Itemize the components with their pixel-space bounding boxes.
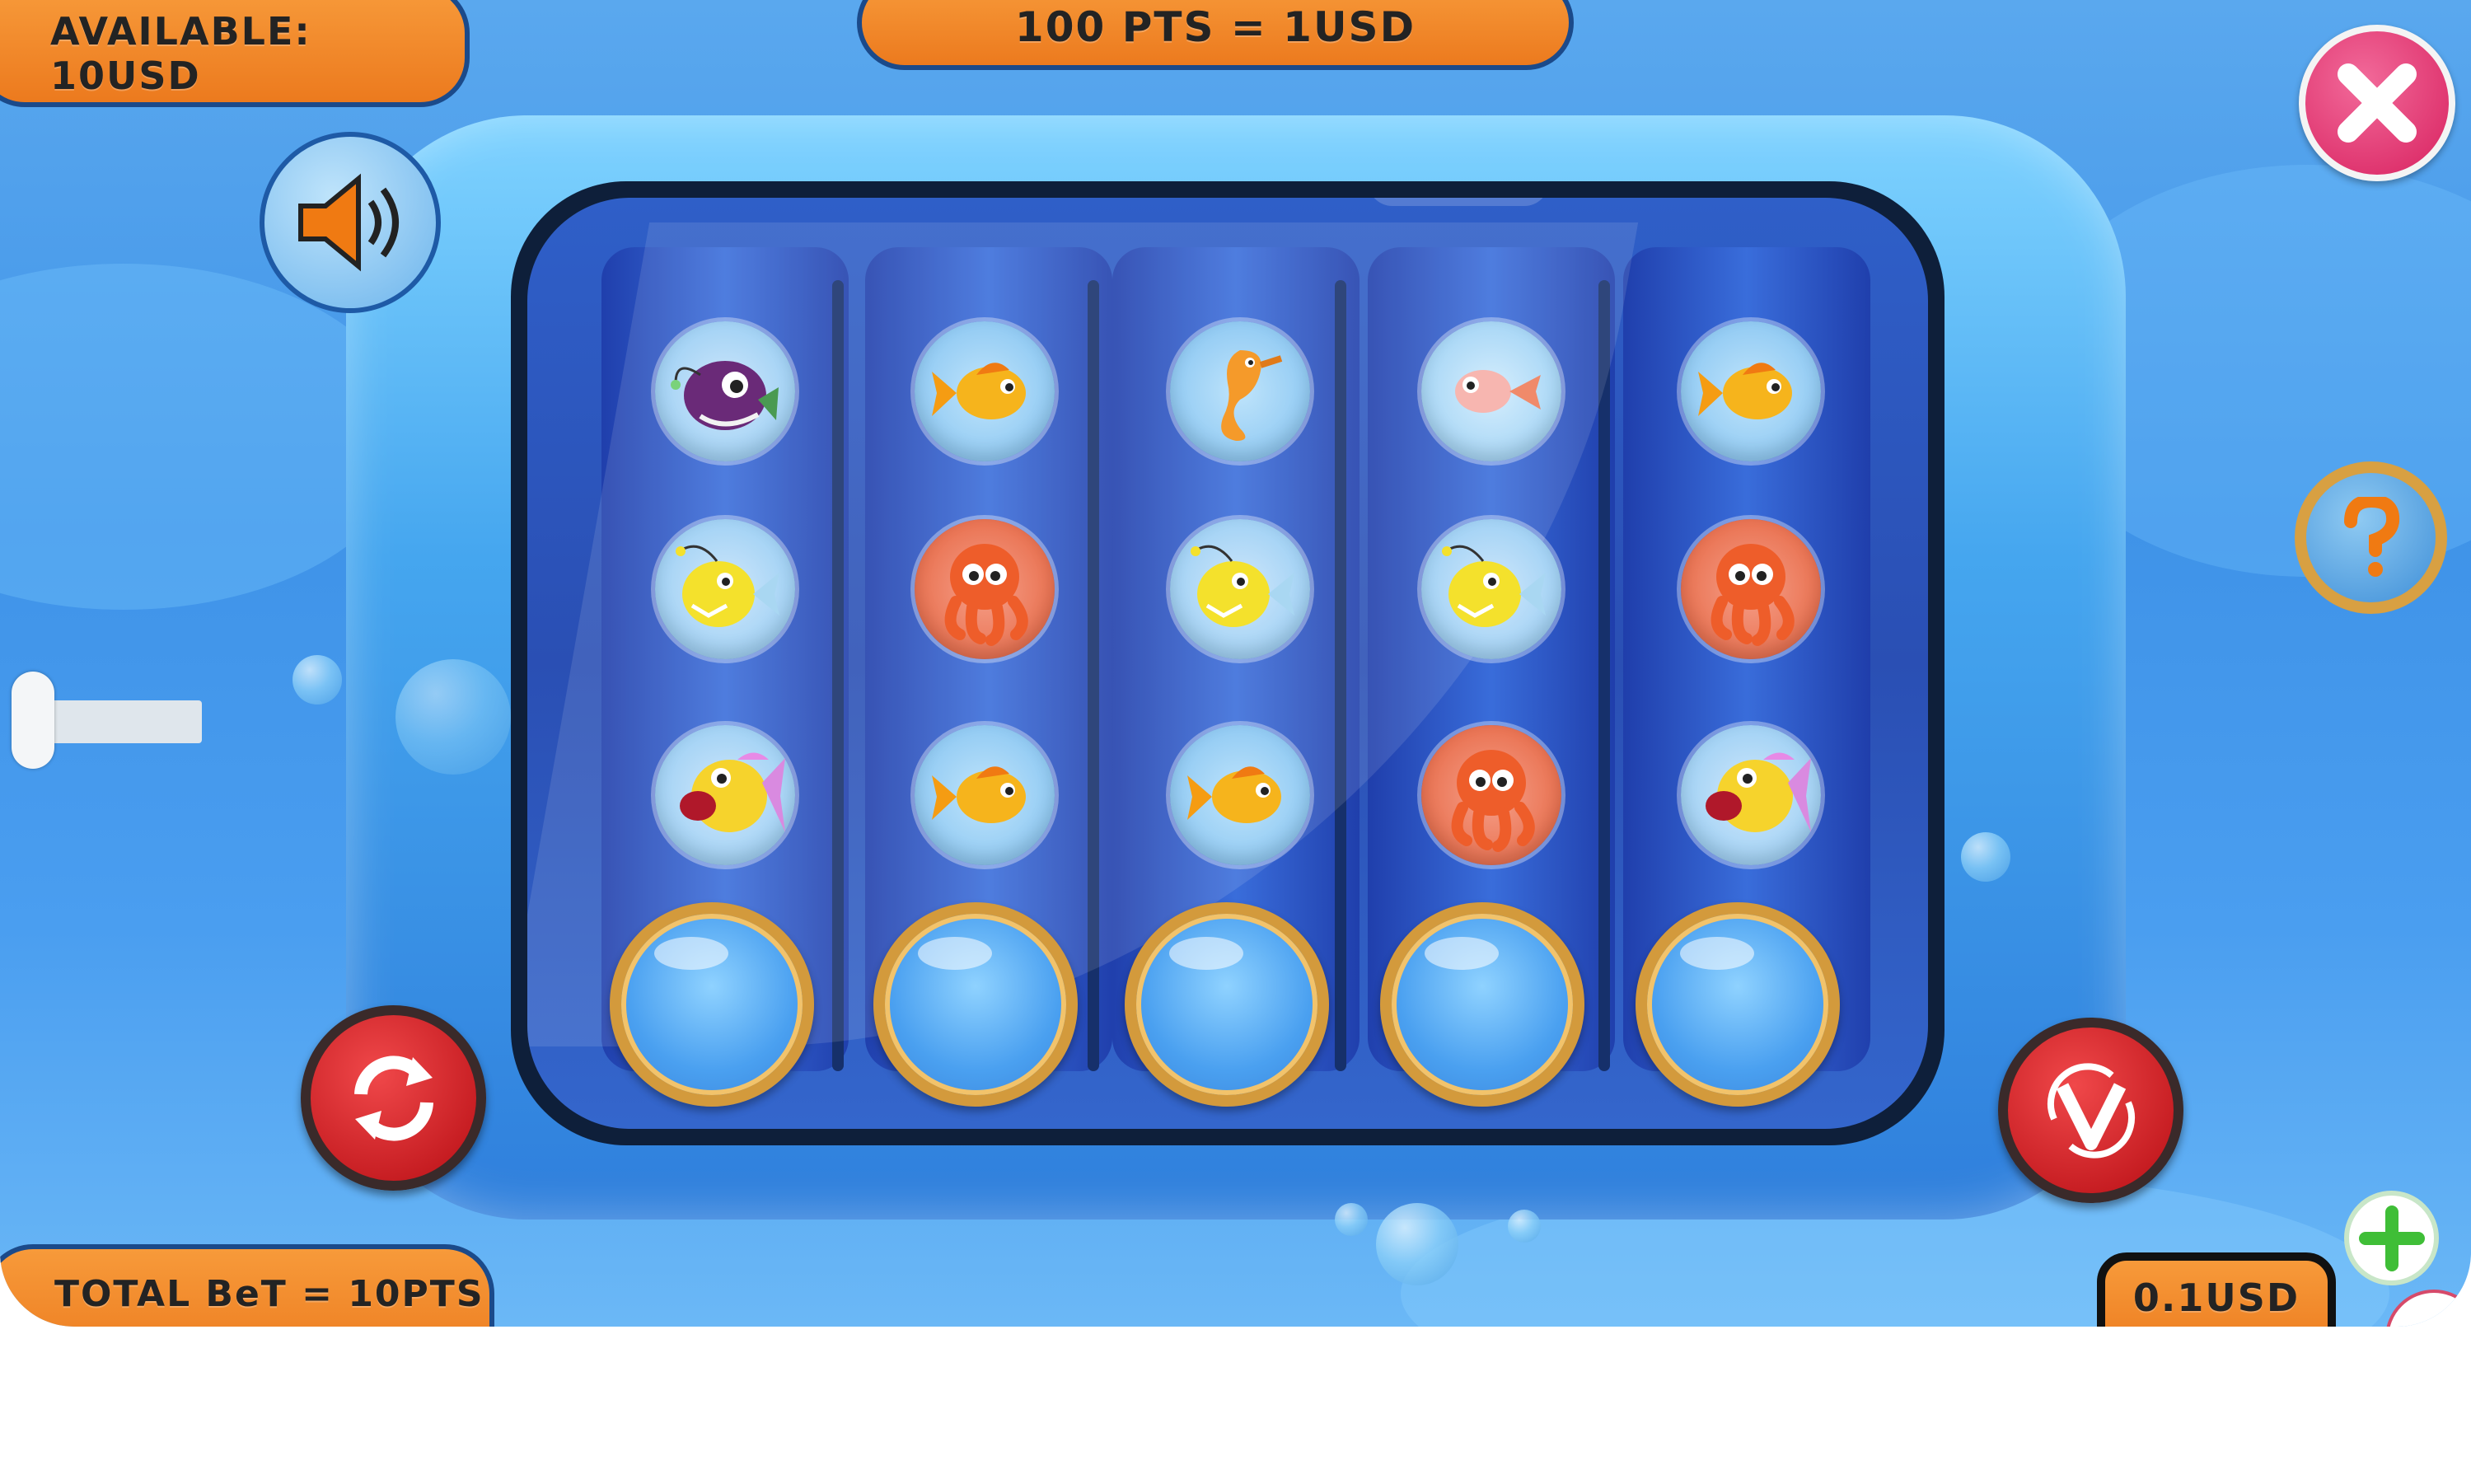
exchange-rate-text: 100 PTS = 1USD: [1014, 2, 1416, 51]
symbol-anglerfish-yellow: [655, 519, 795, 659]
win-amount-badge: 0.1USD: [2097, 1252, 2336, 1327]
decor-bubble: [1961, 832, 2010, 882]
exchange-rate-badge: 100 PTS = 1USD: [857, 0, 1574, 70]
decor-bubble: [1335, 1203, 1368, 1236]
available-balance-badge: AVAILABLE: 10USD: [0, 0, 470, 107]
symbol-goldfish: [1170, 725, 1310, 865]
game-screen: AVAILABLE: 10USD 100 PTS = 1USD TOTAL Be…: [0, 0, 2471, 1327]
symbol-seahorse: [1170, 321, 1310, 461]
symbol-anglerfish-yellow: [1170, 519, 1310, 659]
win-amount-text: 0.1USD: [2132, 1276, 2300, 1320]
symbol-octopus: [1421, 725, 1561, 865]
hold-button-reel-5[interactable]: [1636, 902, 1840, 1107]
autoplay-icon: [2047, 1062, 2135, 1159]
reel-window: [527, 198, 1928, 1129]
symbol-goldfish: [915, 321, 1055, 461]
refresh-icon: [353, 1055, 433, 1141]
symbol-anglerfish-yellow: [1421, 519, 1561, 659]
symbol-bigmouth-fish: [655, 725, 795, 865]
symbol-pink-fish: [1421, 321, 1561, 461]
total-bet-badge: TOTAL BeT = 10PTS: [0, 1244, 494, 1327]
available-balance-text: AVAILABLE: 10USD: [50, 9, 311, 98]
hold-button-reel-3[interactable]: [1125, 902, 1329, 1107]
add-button[interactable]: [2344, 1191, 2439, 1285]
close-button[interactable]: [2299, 25, 2455, 181]
hold-button-reel-4[interactable]: [1380, 902, 1584, 1107]
symbol-bigmouth-fish: [1681, 725, 1821, 865]
minus-button[interactable]: [2385, 1290, 2471, 1327]
decor-bubble: [395, 659, 511, 775]
bet-slider-handle[interactable]: [12, 672, 54, 769]
decor-bubble: [1508, 1210, 1541, 1243]
glass-highlight: [1368, 198, 1549, 206]
spin-button[interactable]: [301, 1005, 486, 1191]
symbol-goldfish: [1681, 321, 1821, 461]
autoplay-button[interactable]: [1998, 1018, 2183, 1203]
plus-icon: [2358, 1205, 2425, 1271]
sound-button[interactable]: [260, 132, 441, 313]
close-icon: [2338, 63, 2417, 143]
symbol-octopus: [915, 519, 1055, 659]
total-bet-text: TOTAL BeT = 10PTS: [54, 1272, 484, 1315]
hold-button-reel-1[interactable]: [610, 902, 814, 1107]
decor-bubble: [292, 655, 342, 705]
decor-bubble: [1376, 1203, 1458, 1285]
speaker-icon: [298, 173, 399, 272]
hold-button-reel-2[interactable]: [873, 902, 1078, 1107]
symbol-octopus: [1681, 519, 1821, 659]
symbol-goldfish: [915, 725, 1055, 865]
help-button[interactable]: [2295, 461, 2447, 614]
question-icon: [2343, 496, 2399, 577]
symbol-anglerfish-purple: [655, 321, 795, 461]
